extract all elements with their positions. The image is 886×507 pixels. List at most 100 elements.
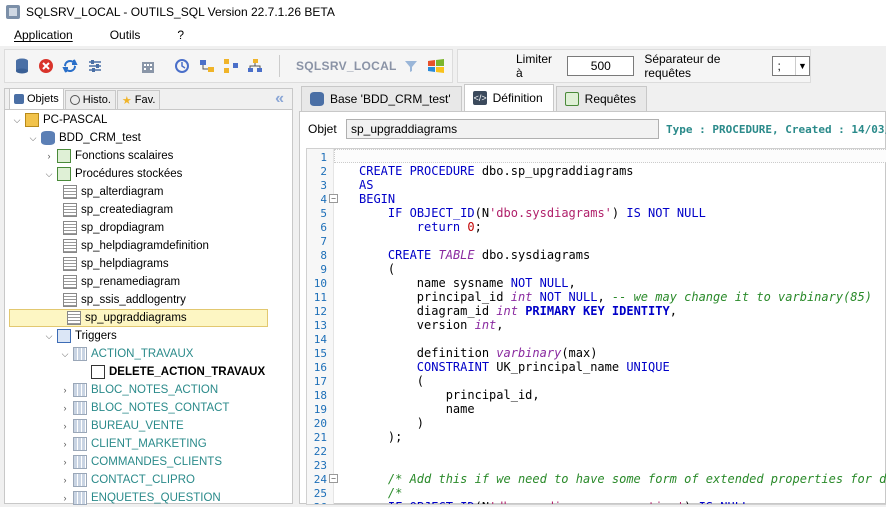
tab-fav[interactable]: ★ Fav. [116,90,161,109]
code-line[interactable]: 1 [307,150,327,164]
code-text: ); [359,430,403,444]
schema-compare-icon[interactable] [222,57,239,75]
tree-node-trigger-table[interactable]: › BLOC_NOTES_ACTION [5,381,292,399]
code-line[interactable]: 6 return 0; [307,220,481,234]
schema-icon[interactable] [198,57,215,75]
code-text: AS [359,178,374,192]
code-line[interactable]: 14 [307,332,327,346]
code-line[interactable]: 18 principal_id, [307,388,540,402]
code-line[interactable]: 13 version int, [307,318,504,332]
code-line[interactable]: 2 CREATE PROCEDURE dbo.sp_upgraddiagrams [307,164,633,178]
code-line[interactable]: 25 /* [307,486,403,500]
chevron-down-icon[interactable]: ⌵ [27,133,39,144]
menu-application[interactable]: Application [8,26,79,44]
chevron-down-icon[interactable]: ⌵ [43,169,55,180]
chevron-right-icon[interactable]: › [59,385,71,395]
database-icon[interactable] [13,57,30,75]
code-line[interactable]: 23 [307,458,327,472]
windows-logo-icon[interactable] [427,57,445,75]
tree-node-database[interactable]: ⌵ BDD_CRM_test [5,129,292,147]
code-text: ( [359,374,425,388]
code-line[interactable]: 7 [307,234,327,248]
tab-objets[interactable]: Objets [9,88,64,109]
chevron-right-icon[interactable]: › [59,457,71,467]
code-line[interactable]: 9 ( [307,262,395,276]
code-line[interactable]: 8 CREATE TABLE dbo.sysdiagrams [307,248,590,262]
collapse-panel-icon[interactable]: « [275,90,284,108]
refresh-icon[interactable] [62,57,79,75]
tab-requetes[interactable]: Requêtes [555,86,648,111]
tree-node-stored-procedures[interactable]: ⌵ Procédures stockées [5,165,292,183]
chevron-right-icon[interactable]: › [59,421,71,431]
code-line[interactable]: 12 diagram_id int PRIMARY KEY IDENTITY, [307,304,677,318]
code-text: version int, [359,318,504,332]
tree-node-procedure[interactable]: sp_ssis_addlogentry [5,291,292,309]
chevron-down-icon[interactable]: ⌵ [43,331,55,342]
tree-node-server[interactable]: ⌵ PC-PASCAL [5,111,292,129]
tree-node-triggers[interactable]: ⌵ Triggers [5,327,292,345]
chevron-right-icon[interactable]: › [43,151,55,161]
separator-select[interactable]: ; ▼ [772,56,810,76]
tree-node-procedure[interactable]: sp_helpdiagramdefinition [5,237,292,255]
table-icon [73,401,87,415]
tree-node-trigger-table[interactable]: › CLIENT_MARKETING [5,435,292,453]
menu-help[interactable]: ? [171,26,190,44]
table-icon [73,437,87,451]
tab-histo[interactable]: Histo. [64,90,116,109]
tree-node-scalar-functions[interactable]: › Fonctions scalaires [5,147,292,165]
history-icon[interactable] [173,57,190,75]
structure-icon[interactable] [247,57,264,75]
code-line[interactable]: 22 [307,444,327,458]
tree-node-procedure[interactable]: sp_creatediagram [5,201,292,219]
tree-node-trigger-table[interactable]: › BUREAU_VENTE [5,417,292,435]
code-line[interactable]: 26 IF OBJECT_ID(N'dbo.sysdiagram_propert… [307,500,749,504]
code-line[interactable]: 24− /* Add this if we need to have some … [307,472,886,486]
code-line[interactable]: 10 name sysname NOT NULL, [307,276,576,290]
code-line[interactable]: 19 name [307,402,475,416]
menu-outils[interactable]: Outils [104,26,147,44]
tab-base[interactable]: Base 'BDD_CRM_test' [301,86,462,111]
settings-sliders-icon[interactable] [86,57,103,75]
code-line[interactable]: 16 CONSTRAINT UK_principal_name UNIQUE [307,360,670,374]
chevron-right-icon[interactable]: › [59,403,71,413]
code-line[interactable]: 20 ) [307,416,424,430]
tree-node-procedure[interactable]: sp_helpdiagrams [5,255,292,273]
code-line[interactable]: 15 definition varbinary(max) [307,346,598,360]
chevron-right-icon[interactable]: › [59,475,71,485]
trigger-icon [91,365,105,379]
disconnect-icon[interactable] [37,57,54,75]
code-line[interactable]: 11 principal_id int NOT NULL, -- we may … [307,290,872,304]
tree-node-trigger-table[interactable]: › CONTACT_CLIPRO [5,471,292,489]
code-line[interactable]: 5 IF OBJECT_ID(N'dbo.sysdiagrams') IS NO… [307,206,705,220]
tree-node-trigger[interactable]: DELETE_ACTION_TRAVAUX [5,363,292,381]
line-number: 9 [320,262,327,276]
fold-toggle-icon[interactable]: − [329,194,338,203]
line-number: 7 [320,234,327,248]
code-line[interactable]: 21 ); [307,430,403,444]
tree-node-trigger-table[interactable]: › COMMANDES_CLIENTS [5,453,292,471]
tree-node-procedure[interactable]: sp_renamediagram [5,273,292,291]
tree-node-trigger-table[interactable]: › BLOC_NOTES_CONTACT [5,399,292,417]
limit-input[interactable]: 500 [567,56,635,76]
fold-toggle-icon[interactable]: − [329,474,338,483]
tree-node-procedure[interactable]: sp_alterdiagram [5,183,292,201]
filter-icon[interactable] [403,57,420,75]
tree-node-procedure-selected[interactable]: sp_upgraddiagrams [9,309,268,327]
code-line[interactable]: 4− BEGIN [307,192,395,206]
building-icon[interactable] [139,57,156,75]
chevron-right-icon[interactable]: › [59,493,71,503]
tree-node-trigger-table[interactable]: ⌵ ACTION_TRAVAUX [5,345,292,363]
chevron-right-icon[interactable]: › [59,439,71,449]
procedure-icon [63,221,77,235]
definition-view: Objet sp_upgraddiagrams Type : PROCEDURE… [299,111,886,505]
object-name-field[interactable]: sp_upgraddiagrams [346,119,659,139]
tree-node-trigger-table[interactable]: › ENQUETES_QUESTION [5,489,292,507]
code-line[interactable]: 3 AS [307,178,373,192]
chevron-down-icon[interactable]: ▼ [795,57,809,75]
tab-definition[interactable]: </> Définition [463,84,554,111]
code-line[interactable]: 17 ( [307,374,424,388]
tree-node-procedure[interactable]: sp_dropdiagram [5,219,292,237]
chevron-down-icon[interactable]: ⌵ [59,349,71,360]
chevron-down-icon[interactable]: ⌵ [11,115,23,126]
sql-code-editor[interactable]: 1 2 CREATE PROCEDURE dbo.sp_upgraddiagrams… [306,148,886,505]
